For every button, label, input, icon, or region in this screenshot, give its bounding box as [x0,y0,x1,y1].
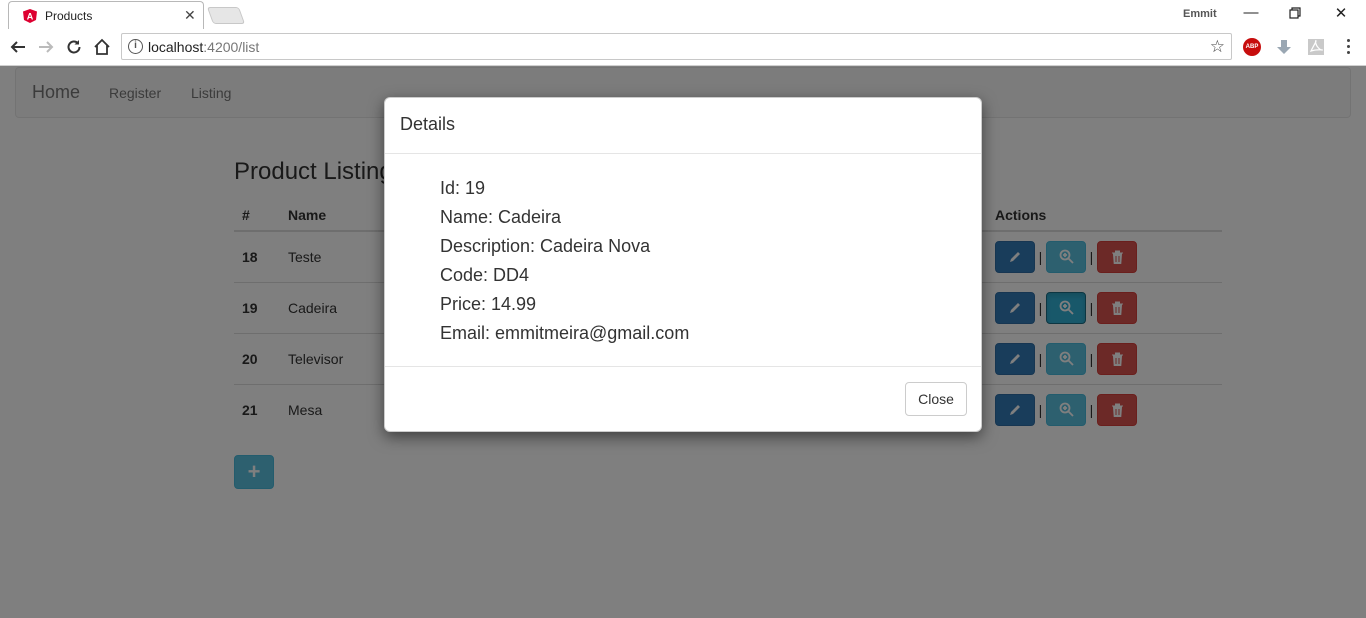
new-tab-button[interactable] [206,7,246,24]
info-icon[interactable]: i [128,39,143,54]
browser-menu-icon[interactable] [1341,37,1355,57]
url-text[interactable]: localhost:4200/list [148,39,259,55]
detail-description: Description: Cadeira Nova [440,236,651,256]
svg-text:A: A [27,12,34,22]
tab-close-icon[interactable]: ✕ [184,7,196,24]
reload-icon[interactable] [62,35,86,59]
browser-toolbar: i localhost:4200/list ☆ ABP [0,29,1366,66]
tab-title: Products [45,9,93,23]
detail-email: Email: emmitmeira@gmail.com [440,323,690,343]
forward-arrow-icon[interactable] [34,35,58,59]
profile-name[interactable]: Emmit [1183,8,1217,20]
detail-code: Code: DD4 [440,265,530,285]
adblock-plus-icon[interactable]: ABP [1243,38,1261,56]
download-icon[interactable] [1275,38,1293,56]
bookmark-star-icon[interactable]: ☆ [1210,37,1225,57]
back-arrow-icon[interactable] [6,35,30,59]
detail-name: Name: Cadeira [440,207,562,227]
details-modal: Details Id: 19 Name: Cadeira Description… [384,97,982,432]
angular-icon: A [23,9,37,23]
tab-strip: A Products ✕ Emmit — ✕ [0,0,1366,30]
modal-title: Details [400,114,456,134]
close-window-button[interactable]: ✕ [1326,4,1356,24]
modal-body: Id: 19 Name: Cadeira Description: Cadeir… [385,154,981,368]
restore-button[interactable] [1280,4,1310,24]
home-icon[interactable] [90,35,114,59]
close-button[interactable]: Close [905,382,967,416]
detail-id: Id: 19 [440,178,486,198]
browser-tab-products[interactable]: A Products ✕ [8,1,204,30]
minimize-button[interactable]: — [1236,4,1266,24]
modal-footer: Close [385,366,981,431]
pdf-extension-icon[interactable] [1307,38,1325,56]
modal-header: Details [385,98,981,154]
address-bar[interactable]: i localhost:4200/list ☆ [121,33,1232,60]
detail-price: Price: 14.99 [440,294,537,314]
